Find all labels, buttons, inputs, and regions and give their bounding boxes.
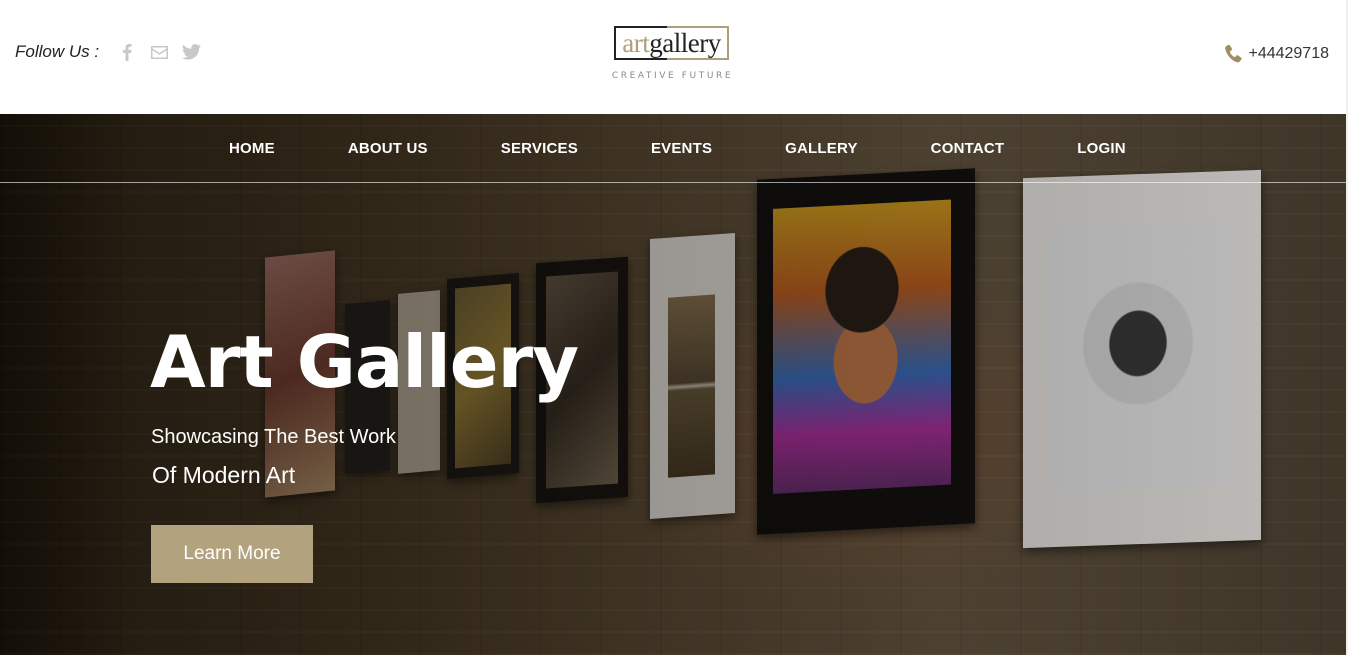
nav-item-gallery[interactable]: GALLERY xyxy=(785,140,858,157)
follow-us: Follow Us : xyxy=(15,42,213,62)
mail-link[interactable] xyxy=(149,42,169,62)
phone-number: +44429718 xyxy=(1248,45,1329,62)
main-nav: HOME ABOUT US SERVICES EVENTS GALLERY CO… xyxy=(0,114,1346,183)
nav-item-events[interactable]: EVENTS xyxy=(651,140,712,157)
facebook-icon xyxy=(123,44,132,61)
logo-art-text: art xyxy=(622,28,650,58)
twitter-link[interactable] xyxy=(181,42,201,62)
nav-item-home[interactable]: HOME xyxy=(229,140,275,157)
site-logo[interactable]: artgallery CREATIVE FUTURE xyxy=(604,26,739,81)
hero-title: Art Gallery xyxy=(150,320,579,404)
nav-item-login[interactable]: LOGIN xyxy=(1077,140,1126,157)
logo-tagline: CREATIVE FUTURE xyxy=(611,71,734,81)
facebook-link[interactable] xyxy=(117,42,137,62)
nav-item-contact[interactable]: CONTACT xyxy=(931,140,1005,157)
nav-item-services[interactable]: SERVICES xyxy=(501,140,578,157)
phone-contact[interactable]: +44429718 xyxy=(1224,44,1329,64)
follow-us-label: Follow Us : xyxy=(15,42,100,61)
learn-more-button[interactable]: Learn More xyxy=(151,525,313,583)
mail-icon xyxy=(150,45,168,59)
twitter-icon xyxy=(181,44,201,60)
social-links xyxy=(117,42,213,62)
hero-banner: HOME ABOUT US SERVICES EVENTS GALLERY CO… xyxy=(0,114,1346,655)
logo-wordmark: artgallery xyxy=(614,26,730,60)
hero-subtitle-line1: Showcasing The Best Work xyxy=(151,426,396,448)
hero-subtitle-line2: Of Modern Art xyxy=(152,462,296,488)
phone-icon xyxy=(1225,44,1243,63)
nav-item-about-us[interactable]: ABOUT US xyxy=(348,140,428,157)
site-header: Follow Us : artgallery CREATIVE FUTURE +… xyxy=(0,0,1348,114)
logo-gallery-text: gallery xyxy=(649,28,721,58)
